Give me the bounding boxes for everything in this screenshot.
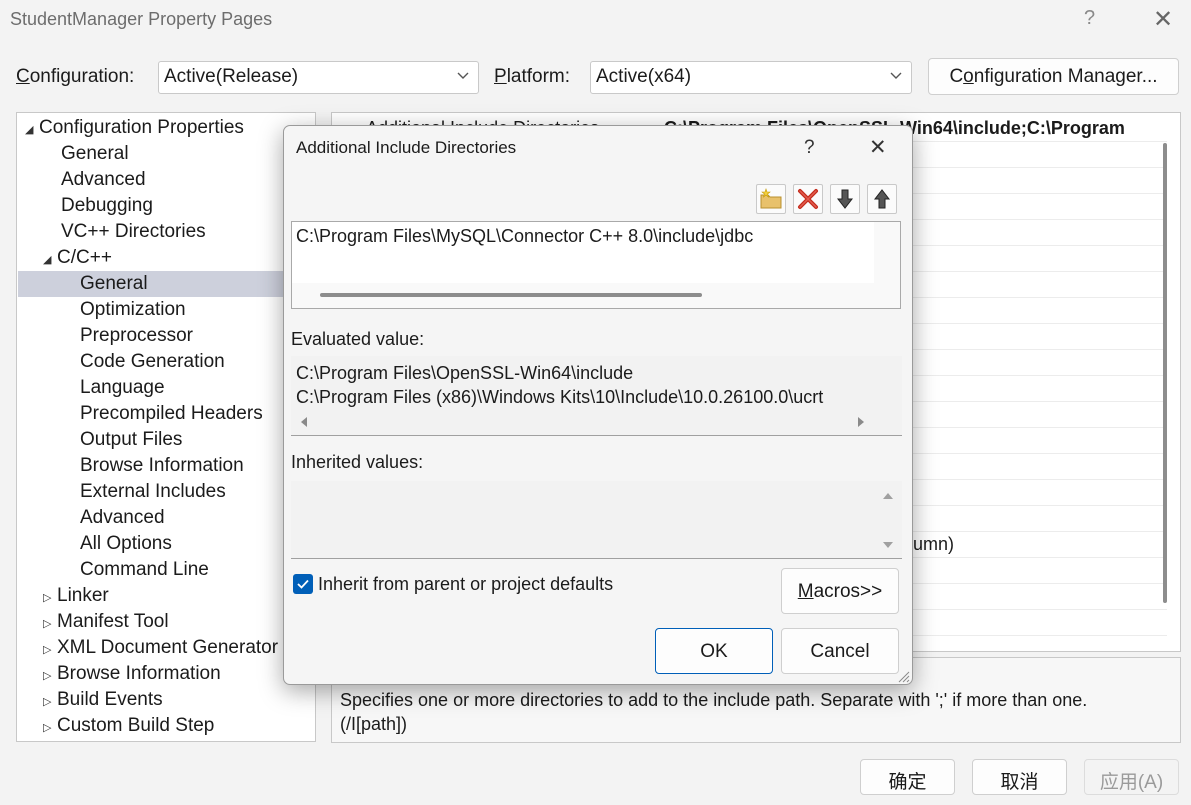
ok-button[interactable]: OK	[655, 628, 773, 674]
collapsed-icon: ▷	[43, 644, 52, 656]
move-down-button[interactable]	[830, 184, 860, 214]
move-up-button[interactable]	[867, 184, 897, 214]
apply-button[interactable]: 应用(A)	[1084, 759, 1179, 795]
tree-item-code-generation[interactable]: Code Generation	[80, 349, 225, 375]
tree-item-cpp-advanced[interactable]: Advanced	[80, 505, 165, 531]
tree-item-advanced[interactable]: Advanced	[61, 167, 146, 193]
cancel-button[interactable]: Cancel	[781, 628, 899, 674]
dialog-help-button[interactable]: ?	[804, 137, 815, 159]
dialog-close-button[interactable]: ✕	[869, 135, 887, 160]
list-item[interactable]: C:\Program Files\MySQL\Connector C++ 8.0…	[296, 226, 753, 247]
tree-item-xml-document-generator[interactable]: ▷ XML Document Generator	[43, 635, 278, 661]
move-up-icon	[873, 189, 891, 209]
property-tree[interactable]: ◢ Configuration Properties General Advanc…	[16, 112, 316, 742]
delete-icon	[798, 189, 818, 209]
dialog-title: Additional Include Directories	[296, 138, 517, 157]
tree-item-cpp[interactable]: ◢ C/C++	[43, 245, 112, 271]
directories-list[interactable]: C:\Program Files\MySQL\Connector C++ 8.0…	[291, 221, 901, 309]
delete-line-button[interactable]	[793, 184, 823, 214]
configuration-manager-button[interactable]: Configuration Manager...	[928, 58, 1179, 95]
evaluated-value-label: Evaluated value:	[291, 329, 425, 349]
tree-item-cpp-general[interactable]: General	[18, 271, 315, 297]
inherited-values-label: Inherited values:	[291, 452, 424, 472]
window-title: StudentManager Property Pages	[10, 9, 273, 29]
scroll-up-icon[interactable]	[882, 491, 894, 501]
move-down-icon	[836, 189, 854, 209]
checkmark-icon	[297, 579, 309, 589]
new-line-button[interactable]	[756, 184, 786, 214]
evaluated-line: C:\Program Files (x86)\Windows Kits\10\I…	[296, 387, 824, 407]
tree-item-vc-directories[interactable]: VC++ Directories	[61, 219, 206, 245]
tree-item-output-files[interactable]: Output Files	[80, 427, 182, 453]
collapsed-icon: ▷	[43, 670, 52, 682]
tree-item-debugging[interactable]: Debugging	[61, 193, 153, 219]
platform-label: Platform:	[494, 66, 571, 87]
tree-item-linker[interactable]: ▷ Linker	[43, 583, 109, 609]
scroll-left-icon[interactable]	[299, 416, 309, 428]
tree-item-build-events[interactable]: ▷ Build Events	[43, 687, 163, 713]
tree-item-configuration-properties[interactable]: ◢ Configuration Properties	[25, 115, 244, 141]
inherited-values-box	[291, 481, 902, 559]
resize-grip-icon[interactable]	[896, 669, 910, 683]
tree-item-general[interactable]: General	[61, 141, 129, 167]
platform-value: Active(x64)	[596, 66, 692, 87]
confirm-button[interactable]: 确定	[860, 759, 955, 795]
additional-include-directories-dialog: Additional Include Directories ? ✕ C:\Pr…	[283, 125, 913, 685]
configuration-value: Active(Release)	[164, 66, 299, 87]
collapsed-icon: ▷	[43, 592, 52, 604]
platform-select[interactable]: Active(x64)	[590, 61, 912, 94]
new-folder-icon	[760, 188, 782, 209]
tree-item-precompiled-headers[interactable]: Precompiled Headers	[80, 401, 263, 427]
tree-item-browse-information[interactable]: Browse Information	[80, 453, 244, 479]
tree-item-optimization[interactable]: Optimization	[80, 297, 186, 323]
tree-item-language[interactable]: Language	[80, 375, 165, 401]
chevron-down-icon	[890, 72, 902, 79]
collapsed-icon: ▷	[43, 618, 52, 630]
tree-item-external-includes[interactable]: External Includes	[80, 479, 226, 505]
scroll-right-icon[interactable]	[856, 416, 866, 428]
grid-scrollbar[interactable]	[1163, 143, 1167, 603]
evaluated-line: C:\Program Files\OpenSSL-Win64\include	[296, 363, 634, 383]
configuration-select[interactable]: Active(Release)	[158, 61, 479, 94]
tree-item-all-options[interactable]: All Options	[80, 531, 172, 557]
tree-item-command-line[interactable]: Command Line	[80, 557, 209, 583]
scroll-down-icon[interactable]	[882, 540, 894, 550]
configuration-label: Configuration:	[16, 66, 135, 87]
collapsed-icon: ▷	[43, 722, 52, 734]
inherit-checkbox[interactable]	[293, 574, 313, 594]
tree-item-browse-information-root[interactable]: ▷ Browse Information	[43, 661, 221, 687]
expanded-icon: ◢	[43, 254, 52, 266]
tree-item-custom-build-step[interactable]: ▷ Custom Build Step	[43, 713, 214, 739]
evaluated-value-box: C:\Program Files\OpenSSL-Win64\include C…	[291, 356, 902, 436]
list-hscrollbar[interactable]	[320, 293, 702, 297]
chevron-down-icon	[457, 72, 469, 79]
collapsed-icon: ▷	[43, 696, 52, 708]
close-button[interactable]: ✕	[1150, 5, 1176, 34]
macros-button[interactable]: Macros>>	[781, 568, 899, 614]
inherit-checkbox-label[interactable]: Inherit from parent or project defaults	[318, 574, 613, 595]
cancel-footer-button[interactable]: 取消	[972, 759, 1067, 795]
tree-item-manifest-tool[interactable]: ▷ Manifest Tool	[43, 609, 169, 635]
help-button[interactable]: ?	[1084, 7, 1095, 30]
expanded-icon: ◢	[25, 124, 34, 136]
tree-item-preprocessor[interactable]: Preprocessor	[80, 323, 193, 349]
